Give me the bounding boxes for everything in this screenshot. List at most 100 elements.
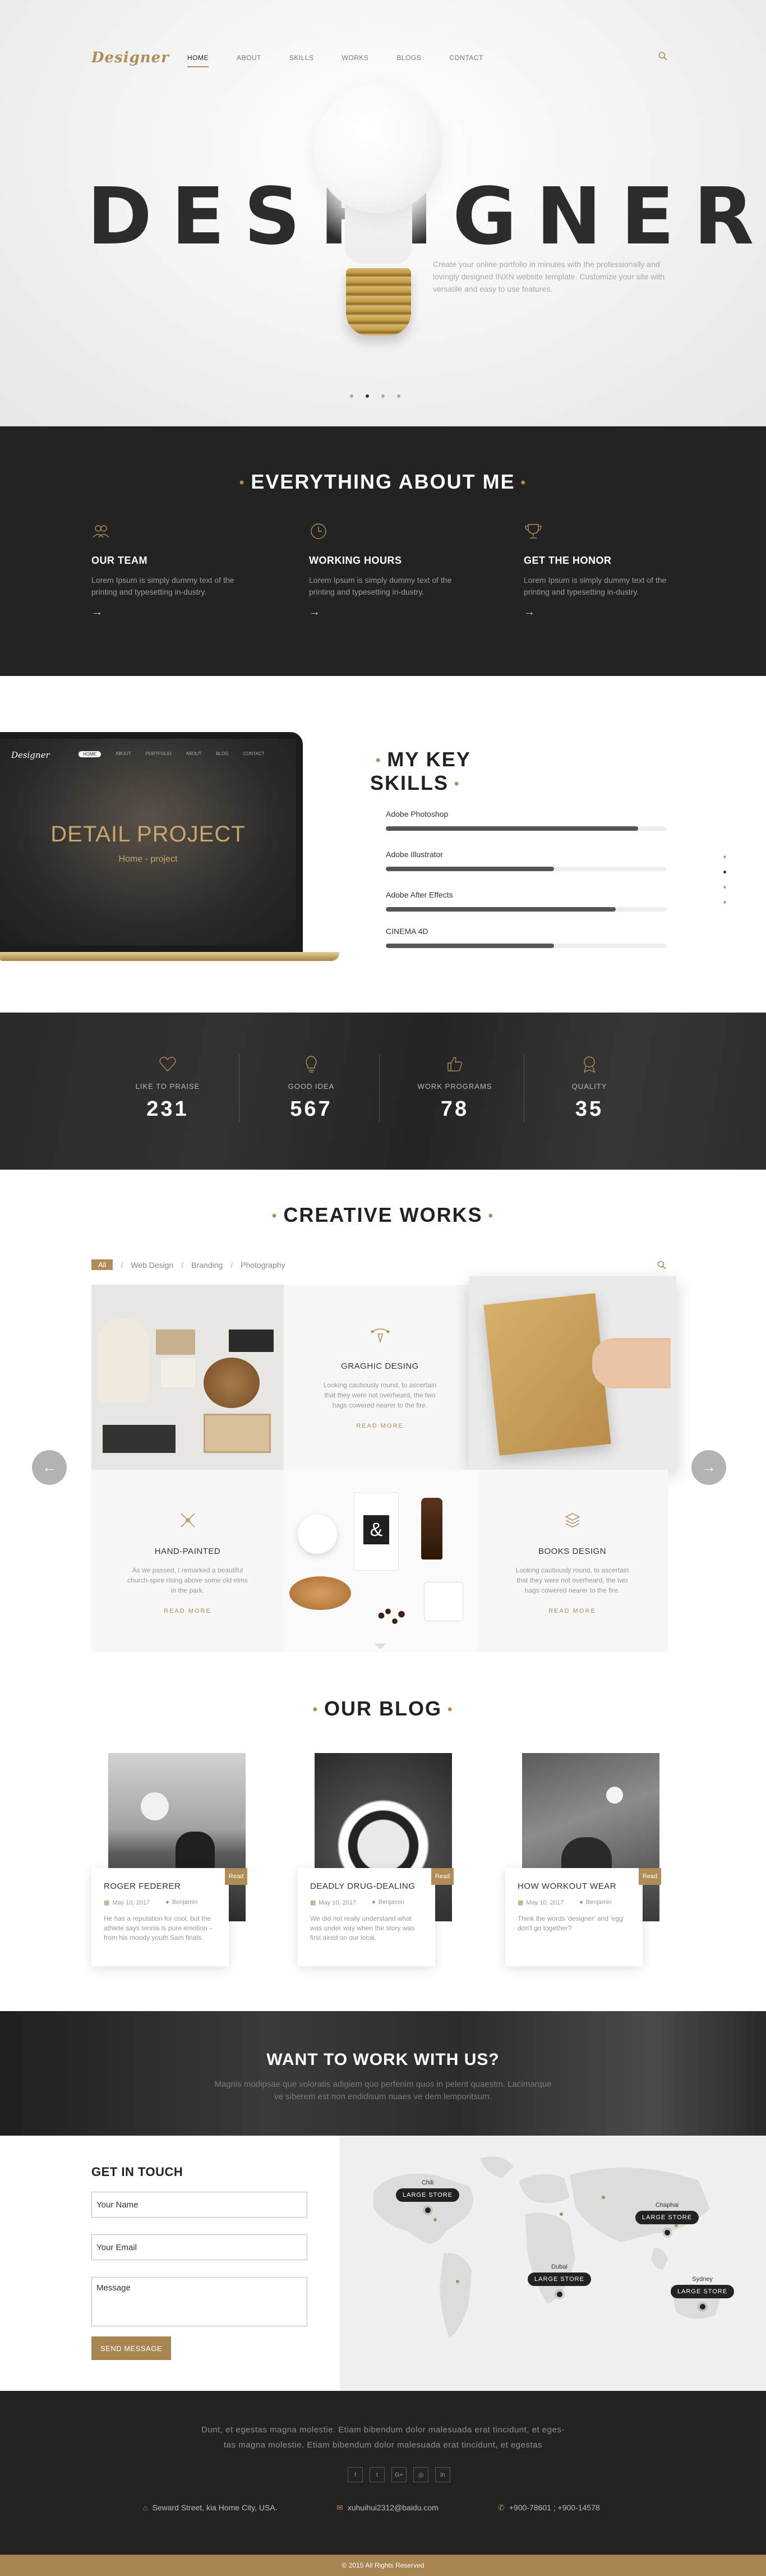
store-pin-dubai[interactable]: Dubai LARGE STORE (528, 2264, 592, 2297)
twitter-icon[interactable]: t (370, 2467, 385, 2482)
section-dot-active[interactable] (723, 871, 726, 873)
read-more-link[interactable]: READ MORE (476, 1608, 668, 1614)
filter-all[interactable]: All (91, 1259, 113, 1270)
read-button[interactable]: Read (225, 1868, 247, 1885)
work-tile-stationery[interactable] (91, 1285, 284, 1470)
slide-dot-active[interactable] (366, 394, 369, 398)
map-pin-icon (424, 2207, 431, 2213)
store-pin-chili[interactable]: Chili LARGE STORE (396, 2179, 460, 2213)
post-title[interactable]: ROGER FEDERER (104, 1882, 216, 1891)
brush-icon (180, 1513, 195, 1528)
post-excerpt: We did not really understand what was un… (310, 1915, 415, 1942)
prev-arrow-button[interactable]: ← (32, 1450, 67, 1485)
facebook-icon[interactable]: f (348, 2467, 363, 2482)
filter-separator: / (121, 1260, 123, 1269)
footer-text: Dunt, et egestas magna molestie. Etiam b… (0, 2422, 766, 2453)
read-more-link[interactable]: READ MORE (91, 1608, 284, 1614)
read-more-link[interactable]: READ MORE (284, 1423, 476, 1429)
store-label: LARGE STORE (528, 2273, 592, 2286)
name-field[interactable] (91, 2192, 307, 2218)
nav-blogs[interactable]: BLOGS (396, 54, 421, 67)
screen-logo: Designer (11, 750, 50, 760)
slide-dot[interactable] (350, 394, 353, 398)
store-pin-sydney[interactable]: Sydney LARGE STORE (671, 2276, 735, 2310)
work-tile-hand-painted[interactable]: HAND-PAINTED As we passed, I remarked a … (91, 1470, 284, 1655)
user-icon: ● (372, 1899, 376, 1906)
copyright-bar: © 2015 All Rights Reserved (0, 2555, 766, 2576)
world-map[interactable]: Chili LARGE STORE Chaphai LARGE STORE Du… (340, 2136, 766, 2391)
screen-nav-item: PORTFOLIO (145, 751, 172, 756)
trophy-icon (525, 524, 542, 539)
slide-dot[interactable] (381, 394, 385, 398)
google-plus-icon[interactable]: G+ (391, 2467, 407, 2482)
skill-bar (386, 907, 666, 912)
slide-dot[interactable] (397, 394, 400, 398)
arrow-right-icon[interactable]: → (309, 606, 477, 619)
work-tile-coffee-branding[interactable]: & (284, 1470, 476, 1655)
post-date: ▦ May 10, 2017 (310, 1899, 357, 1906)
search-icon[interactable] (658, 52, 667, 61)
footer-text-line: Dunt, et egestas magna molestie. Etiam b… (201, 2425, 565, 2435)
work-tile-books[interactable]: BOOKS DESIGN Looking cautiously round, t… (476, 1470, 668, 1655)
work-tile-title: GRAGHIC DESING (341, 1361, 419, 1371)
dribbble-icon[interactable]: ◎ (413, 2467, 428, 2482)
filter-photography[interactable]: Photography (241, 1261, 285, 1269)
flatlay-sack (98, 1318, 149, 1402)
post-title[interactable]: HOW WORKOUT WEAR (518, 1882, 630, 1891)
read-button[interactable]: Read (639, 1868, 661, 1885)
about-item-text: Lorem Ipsum is simply dummy text of the … (524, 576, 667, 596)
footer-email[interactable]: ✉ xuhuihui2312@baidu.com (336, 2503, 439, 2513)
site-logo[interactable]: Designer (91, 49, 169, 66)
message-field[interactable] (91, 2277, 307, 2326)
map-pin-icon (699, 2304, 705, 2310)
stat-programs: WORK PROGRAMS 78 (385, 1055, 525, 1121)
search-icon[interactable] (657, 1261, 666, 1269)
post-excerpt: He has a reputation for cool, but the at… (104, 1915, 213, 1942)
work-tile-graphic[interactable]: GRAGHIC DESING Looking cautiously round,… (284, 1285, 476, 1470)
filter-branding[interactable]: Branding (191, 1261, 223, 1269)
filter-web-design[interactable]: Web Design (131, 1261, 173, 1269)
nav-works[interactable]: WORKS (342, 54, 369, 67)
map-pin-icon (664, 2230, 670, 2235)
blog-post-3[interactable]: HOW WORKOUT WEAR ▦ May 10, 2017 ● Benjamin… (505, 1753, 668, 1989)
works-section: • CREATIVE WORKS • All / Web Design / Bran… (0, 1170, 766, 1655)
section-dot[interactable] (723, 901, 726, 904)
arrow-right-icon[interactable]: → (91, 606, 260, 619)
coffee-beans (368, 1604, 413, 1632)
arrow-right-icon[interactable]: → (524, 606, 692, 619)
nav-skills[interactable]: SKILLS (289, 54, 314, 67)
nav-home[interactable]: HOME (187, 54, 209, 67)
post-meta: ▦ May 10, 2017 ● Benjamin (518, 1899, 630, 1906)
calendar-icon: ▦ (104, 1899, 110, 1906)
nav-contact[interactable]: CONTACT (449, 54, 483, 67)
blog-post-1[interactable]: ROGER FEDERER ▦ May 10, 2017 ● Benjamin He… (91, 1753, 254, 1989)
about-title: • EVERYTHING ABOUT ME • (239, 470, 527, 493)
screen-nav-item: HOME (79, 751, 101, 757)
team-icon (93, 525, 109, 538)
stat-label: LIKE TO PRAISE (135, 1082, 200, 1091)
screen-nav-item: CONTACT (243, 751, 265, 756)
post-card: ROGER FEDERER ▦ May 10, 2017 ● Benjamin He… (91, 1868, 229, 1966)
email-field[interactable] (91, 2234, 307, 2260)
lightbulb-image (314, 84, 443, 213)
next-arrow-button[interactable]: → (691, 1450, 726, 1485)
nav-about[interactable]: ABOUT (237, 54, 261, 67)
section-dot[interactable] (723, 886, 726, 889)
store-pin-chaphai[interactable]: Chaphai LARGE STORE (635, 2202, 699, 2235)
post-title[interactable]: DEADLY DRUG-DEALING (310, 1882, 423, 1891)
stat-label: GOOD IDEA (288, 1082, 335, 1091)
blog-post-2[interactable]: DEADLY DRUG-DEALING ▦ May 10, 2017 ● Benja… (298, 1753, 460, 1989)
work-tile-book[interactable] (469, 1276, 676, 1470)
stat-value: 78 (440, 1097, 469, 1121)
calendar-icon: ▦ (310, 1899, 316, 1906)
linkedin-icon[interactable]: in (435, 2467, 450, 2482)
read-button[interactable]: Read (431, 1868, 454, 1885)
section-dot[interactable] (723, 855, 726, 858)
screen-title: DETAIL PROJECT (50, 822, 246, 847)
bulb-base (346, 268, 411, 335)
copyright-text: © 2015 All Rights Reserved (342, 2561, 424, 2569)
flatlay-case (103, 1425, 176, 1453)
send-message-button[interactable]: SEND MESSAGE (91, 2336, 171, 2360)
blog-title: • OUR BLOG • (312, 1697, 454, 1720)
skill-label: Adobe Illustrator (386, 850, 443, 859)
